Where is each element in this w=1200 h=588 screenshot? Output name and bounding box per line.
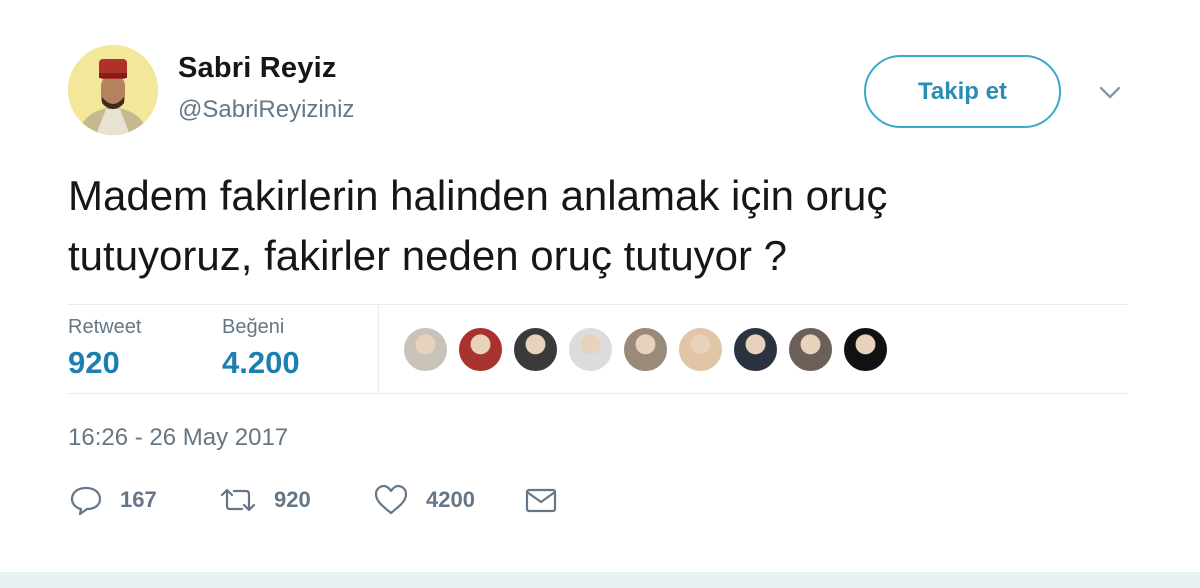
retweet-stat-label: Retweet: [68, 316, 142, 338]
liker-avatar[interactable]: [457, 326, 504, 373]
retweet-stat-value: 920: [68, 345, 120, 380]
liker-avatar[interactable]: [622, 326, 669, 373]
tweet-text: Madem fakirlerin halinden anlamak için o…: [68, 166, 1148, 286]
like-count: 4200: [426, 487, 475, 512]
stats-divider: [378, 304, 379, 393]
footer-strip: [0, 572, 1200, 588]
retweet-button[interactable]: 920: [218, 478, 311, 522]
divider: [68, 304, 1128, 305]
liker-avatar[interactable]: [787, 326, 834, 373]
divider: [68, 393, 1128, 394]
author-name[interactable]: Sabri Reyiz: [178, 52, 337, 85]
tweet-text-line-2: tutuyoruz, fakirler neden oruç tutuyor ?: [68, 232, 788, 279]
liker-avatar[interactable]: [677, 326, 724, 373]
like-stat-value: 4.200: [222, 345, 300, 380]
tweet-timestamp[interactable]: 16:26 - 26 May 2017: [68, 424, 288, 452]
reply-count: 167: [120, 487, 157, 512]
tweet-card: Sabri Reyiz @SabriReyiziniz Takip et Mad…: [0, 0, 1200, 572]
tweet-text-line-1: Madem fakirlerin halinden anlamak için o…: [68, 172, 888, 219]
retweet-stat[interactable]: Retweet 920: [68, 316, 141, 381]
liker-avatar[interactable]: [842, 326, 889, 373]
reply-button[interactable]: 167: [68, 478, 157, 522]
reply-icon: [70, 486, 102, 516]
liker-avatar[interactable]: [567, 326, 614, 373]
liker-avatar[interactable]: [402, 326, 449, 373]
liker-avatar[interactable]: [512, 326, 559, 373]
chevron-down-icon[interactable]: [1096, 78, 1124, 106]
liker-avatar[interactable]: [732, 326, 779, 373]
profile-avatar[interactable]: [68, 45, 158, 135]
retweet-count: 920: [274, 487, 311, 512]
like-stat[interactable]: Beğeni 4.200: [222, 316, 300, 381]
author-handle[interactable]: @SabriReyiziniz: [178, 96, 354, 124]
like-stat-label: Beğeni: [222, 316, 285, 338]
direct-message-button[interactable]: [524, 478, 558, 522]
heart-icon: [374, 484, 408, 515]
envelope-icon: [525, 488, 557, 513]
retweet-icon: [220, 488, 256, 512]
like-button[interactable]: 4200: [372, 478, 475, 522]
follow-button[interactable]: Takip et: [864, 55, 1061, 128]
